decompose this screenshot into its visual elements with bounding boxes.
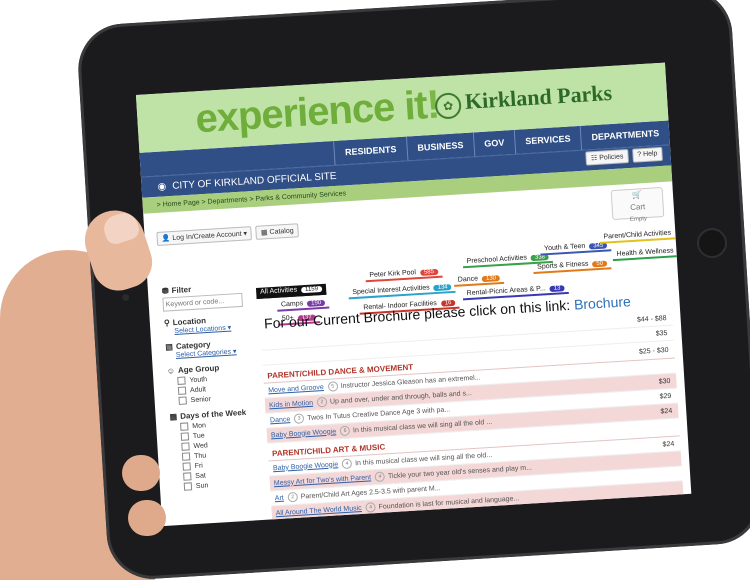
activity-price: $30 xyxy=(658,377,671,386)
tag-label: Parent/Child Activities xyxy=(603,229,672,241)
checkbox-box[interactable] xyxy=(178,396,187,405)
category-icon: ▤ xyxy=(165,342,174,352)
checkbox-box[interactable] xyxy=(180,432,190,441)
tag-count-badge: 134 xyxy=(433,284,452,292)
activity-link[interactable]: Messy Art for Two's with Parent xyxy=(274,474,372,487)
activity-link[interactable]: Baby Boogie Woogie xyxy=(271,428,337,439)
nav-services[interactable]: SERVICES xyxy=(513,125,582,154)
tag-count-badge: 130 xyxy=(481,275,501,283)
session-count-badge: 4 xyxy=(365,502,376,513)
filter-icon: ⛃ xyxy=(161,286,169,296)
activity-list: For our Current Brochure please click on… xyxy=(259,285,684,522)
tag-label: All Activities xyxy=(259,286,298,296)
tag-label: Preschool Activities xyxy=(466,254,528,266)
tag-label: Special Interest Activities xyxy=(352,284,430,297)
policies-button[interactable]: ☷ Policies xyxy=(585,149,629,166)
activity-link[interactable]: Kids in Motion xyxy=(269,399,313,409)
checkbox-label: Sun xyxy=(195,481,209,490)
city-seal-icon: ✿ xyxy=(434,92,462,120)
checkbox-label: Senior xyxy=(190,395,212,404)
session-count-badge: 3 xyxy=(293,413,305,424)
brand-name[interactable]: Kirkland Parks xyxy=(464,80,613,115)
activity-price: $24 xyxy=(660,407,673,416)
tag-peter-kirk-pool[interactable]: Peter Kirk Pool 585 xyxy=(365,266,443,283)
home-button[interactable] xyxy=(696,227,728,259)
checkbox-box[interactable] xyxy=(183,482,193,491)
checkbox-box[interactable] xyxy=(177,376,186,385)
activity-price: $24 xyxy=(662,440,675,448)
calendar-icon: ▦ xyxy=(169,412,178,422)
checkbox-label: Adult xyxy=(189,385,207,394)
tag-label: Dance xyxy=(457,275,479,284)
activity-link[interactable]: Dance xyxy=(270,416,291,424)
cart-button[interactable]: 🛒 Cart Empty xyxy=(610,186,665,223)
activity-link[interactable]: Baby Boogie Woogie xyxy=(273,461,339,472)
seal-small-icon: ◉ xyxy=(157,180,167,193)
activity-link[interactable]: All Around The World Music xyxy=(276,504,362,516)
tablet-frame: experience it! ✿ Kirkland Parks RESIDENT… xyxy=(75,0,750,581)
session-count-badge: 5 xyxy=(327,381,339,392)
help-button[interactable]: ? Help xyxy=(631,146,663,163)
tag-label: Youth & Teen xyxy=(543,242,586,253)
hand-finger xyxy=(122,455,160,491)
tag-count-badge: 585 xyxy=(419,268,439,276)
keyword-input[interactable] xyxy=(162,292,244,312)
logo-experience-it[interactable]: experience it! xyxy=(194,83,440,143)
checkbox-label: Wed xyxy=(193,441,208,450)
session-count-badge: 6 xyxy=(339,425,351,437)
checkbox-box[interactable] xyxy=(180,422,189,431)
checkbox-label: Fri xyxy=(194,462,204,470)
tag-count-badge: 1159 xyxy=(300,285,323,294)
catalog-button[interactable]: ▦ Catalog xyxy=(255,223,300,240)
section-price-range: $25 - $30 xyxy=(638,346,669,356)
tablet-screen: experience it! ✿ Kirkland Parks RESIDENT… xyxy=(135,62,692,527)
session-count-badge: 2 xyxy=(316,396,328,408)
checkbox-box[interactable] xyxy=(182,462,191,471)
filter-sidebar: ⛃Filter ⚲Location Select Locations ▾ ▤Ca… xyxy=(161,274,266,493)
location-pin-icon: ⚲ xyxy=(163,318,171,328)
checkbox-box[interactable] xyxy=(183,472,192,481)
tag-special-interest-activities[interactable]: Special Interest Activities 134 xyxy=(348,281,457,300)
tag-health-wellness[interactable]: Health & Wellness 16 xyxy=(612,245,692,262)
activity-price: $29 xyxy=(659,392,672,401)
nav-gov[interactable]: GOV xyxy=(472,129,516,157)
checkbox-box[interactable] xyxy=(177,386,187,395)
account-bar: 👤 Log In/Create Account ▾ ▦ Catalog xyxy=(156,223,300,246)
hand-finger xyxy=(128,500,166,536)
tag-all-activities[interactable]: All Activities 1159 xyxy=(255,283,327,299)
camera-icon xyxy=(122,293,130,302)
tag-count-badge: 50 xyxy=(592,260,608,268)
activity-link[interactable]: Art xyxy=(275,494,284,502)
brochure-link[interactable]: Brochure xyxy=(574,293,632,312)
checkbox-label: Sat xyxy=(195,471,207,480)
nav-business[interactable]: BUSINESS xyxy=(405,132,475,161)
checkbox-label: Thu xyxy=(193,451,207,460)
login-button[interactable]: 👤 Log In/Create Account ▾ xyxy=(156,226,253,246)
session-count-badge: 4 xyxy=(374,471,386,483)
people-icon: ☺ xyxy=(166,366,176,376)
tag-dance[interactable]: Dance 130 xyxy=(453,272,505,287)
tag-label: Sports & Fitness xyxy=(536,260,589,271)
activity-link[interactable]: Move and Groove xyxy=(268,384,324,394)
checkbox-box[interactable] xyxy=(181,442,190,451)
session-count-badge: 4 xyxy=(341,458,353,470)
nav-residents[interactable]: RESIDENTS xyxy=(333,136,408,165)
tag-label: Health & Wellness xyxy=(616,247,674,258)
checkbox-label: Youth xyxy=(189,375,208,384)
tag-count-badge: 16 xyxy=(677,247,692,255)
session-count-badge: 2 xyxy=(287,491,299,503)
tag-parent-child-activities[interactable]: Parent/Child Activities 57 xyxy=(599,227,692,244)
tag-label: Peter Kirk Pool xyxy=(369,269,417,280)
checkbox-box[interactable] xyxy=(181,452,191,461)
tag-count-badge: 57 xyxy=(674,229,690,237)
checkbox-label: Tue xyxy=(192,431,205,440)
checkbox-label: Mon xyxy=(192,421,207,430)
